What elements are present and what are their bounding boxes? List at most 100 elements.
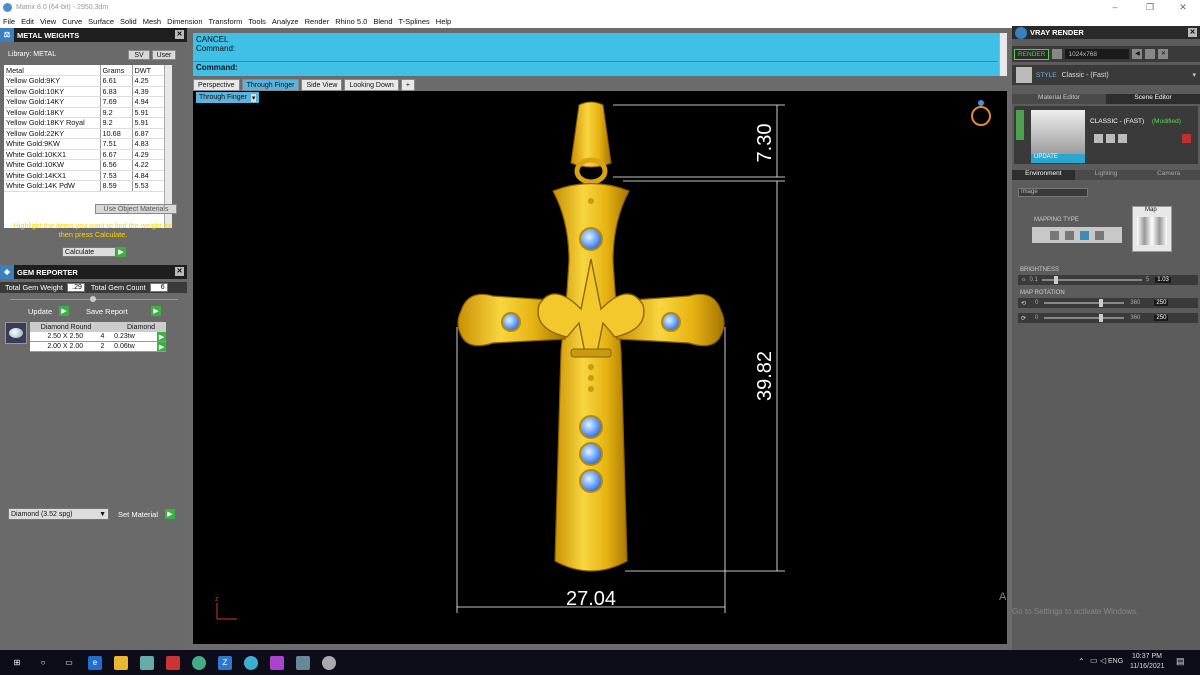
rotation-thumb-2[interactable] — [1099, 314, 1104, 322]
resolution-field[interactable]: 1024x768 — [1065, 49, 1130, 59]
map-flat-icon[interactable] — [1050, 230, 1059, 240]
tab-material-editor[interactable]: Material Editor — [1012, 94, 1106, 104]
metal-row[interactable]: Yellow Gold:18KY 9.2 5.91 — [4, 107, 172, 118]
preset-delete-icon[interactable] — [1182, 134, 1191, 143]
metal-row[interactable]: White Gold:10KW 6.56 4.22 — [4, 159, 172, 171]
metal-row[interactable]: White Gold:9KW 7.51 4.83 — [4, 138, 172, 150]
render-button[interactable]: RENDER — [1014, 48, 1050, 60]
tab-scene-editor[interactable]: Scene Editor — [1106, 94, 1200, 104]
edge-icon[interactable]: e — [88, 655, 102, 670]
menu-help[interactable]: Help — [433, 17, 454, 26]
environment-select[interactable]: Image — [1018, 188, 1088, 197]
app-icon-3[interactable] — [270, 655, 284, 670]
tray-chevron-icon[interactable]: ⌃ — [1078, 657, 1085, 666]
command-prompt[interactable]: Command: — [193, 61, 998, 73]
map-box-icon[interactable] — [1065, 230, 1074, 240]
preset-tool-icon-2[interactable] — [1106, 134, 1115, 143]
map-preview[interactable]: Map — [1132, 206, 1172, 252]
metal-row[interactable]: Yellow Gold:22KY 10.68 6.87 — [4, 128, 172, 139]
metal-row[interactable]: Yellow Gold:18KY Royal 9.2 5.91 — [4, 117, 172, 129]
preset-tool-icon-3[interactable] — [1118, 134, 1127, 143]
camera-icon[interactable] — [1052, 49, 1063, 59]
map-sphere-icon[interactable] — [1080, 230, 1089, 240]
search-icon[interactable]: ○ — [36, 656, 50, 670]
menu-surface[interactable]: Surface — [85, 17, 117, 26]
close-button[interactable]: ✕ — [1168, 0, 1198, 14]
brightness-slider[interactable] — [1041, 276, 1142, 284]
gem-slider-thumb[interactable] — [90, 296, 96, 302]
tab-camera[interactable]: Camera — [1137, 170, 1200, 180]
update-label[interactable]: Update — [28, 307, 52, 316]
brightness-thumb[interactable] — [1053, 276, 1058, 284]
close-panel-icon[interactable]: ✕ — [175, 30, 184, 39]
gem-select-button[interactable]: ▶ — [157, 332, 167, 341]
map-cylinder-icon[interactable] — [1095, 230, 1104, 240]
app-icon-4[interactable] — [296, 655, 310, 670]
settings-icon[interactable] — [1145, 49, 1156, 59]
rotation-slider-2[interactable] — [1044, 314, 1125, 322]
network-icon[interactable]: ▭ — [1090, 656, 1098, 665]
menu-curve[interactable]: Curve — [59, 17, 85, 26]
app-icon-1[interactable] — [140, 655, 154, 670]
app-icon-5[interactable] — [322, 655, 336, 670]
close-vray-icon[interactable]: ✕ — [1188, 28, 1197, 37]
volume-icon[interactable]: ◁ — [1100, 656, 1106, 665]
rot1-value[interactable]: 250 — [1154, 300, 1169, 306]
style-value[interactable]: Classic - (Fast) — [1062, 72, 1109, 79]
gem-row[interactable]: 2.50 X 2.50 4 0.23tw ▶ — [30, 332, 167, 342]
close-gem-panel-icon[interactable]: ✕ — [175, 267, 184, 276]
prev-icon[interactable]: ◀ — [1132, 49, 1143, 59]
matrix-icon[interactable] — [244, 655, 258, 670]
maximize-button[interactable]: ❐ — [1135, 0, 1165, 14]
col-grams[interactable]: Grams — [100, 65, 133, 76]
menu-tsplines[interactable]: T-Splines — [396, 17, 433, 26]
gem-row[interactable]: 2.00 X 2.00 2 0.06tw ▶ — [30, 342, 167, 352]
menu-file[interactable]: File — [0, 17, 18, 26]
use-object-materials-button[interactable]: Use Object Materials — [95, 204, 177, 214]
clock-date[interactable]: 11/16/2021 — [1130, 663, 1165, 670]
file-explorer-icon[interactable] — [114, 655, 128, 670]
menu-transform[interactable]: Transform — [206, 17, 246, 26]
tab-add[interactable]: + — [400, 79, 415, 91]
menu-view[interactable]: View — [37, 17, 59, 26]
viewport[interactable]: Through Finger ▾ 7.30 39.82 27.04 z A — [193, 91, 1007, 644]
metal-row[interactable]: White Gold:10KX1 6.67 4.29 — [4, 149, 172, 160]
menu-blend[interactable]: Blend — [370, 17, 395, 26]
app-icon-2[interactable] — [166, 655, 180, 670]
set-material-label[interactable]: Set Material — [118, 510, 158, 519]
preset-tool-icon-1[interactable] — [1094, 134, 1103, 143]
tab-through-finger[interactable]: Through Finger — [241, 79, 300, 91]
menu-mesh[interactable]: Mesh — [140, 17, 164, 26]
rot2-value[interactable]: 250 — [1154, 315, 1169, 321]
tab-environment[interactable]: Environment — [1012, 170, 1075, 180]
user-button[interactable]: User — [152, 50, 176, 60]
minimize-button[interactable]: – — [1100, 0, 1130, 14]
tab-perspective[interactable]: Perspective — [193, 79, 240, 91]
tab-looking-down[interactable]: Looking Down — [344, 79, 399, 91]
menu-edit[interactable]: Edit — [18, 17, 37, 26]
menu-rhino[interactable]: Rhino 5.0 — [332, 17, 370, 26]
start-icon[interactable]: ⊞ — [10, 656, 24, 670]
save-report-button[interactable]: ▶ — [151, 306, 161, 316]
menu-dimension[interactable]: Dimension — [164, 17, 205, 26]
metal-row[interactable]: Yellow Gold:9KY 6.61 4.25 — [4, 75, 172, 87]
gem-select-button[interactable]: ▶ — [157, 342, 167, 351]
menu-render[interactable]: Render — [302, 17, 333, 26]
zalo-icon[interactable]: Z — [218, 655, 232, 670]
preset-thumbnail[interactable] — [1031, 110, 1085, 156]
preset-side-arrow[interactable] — [1016, 110, 1024, 140]
set-material-button[interactable]: ▶ — [165, 509, 175, 519]
brightness-value[interactable]: 1.03 — [1155, 277, 1171, 283]
close-icon[interactable]: ✕ — [1158, 49, 1169, 59]
clock-time[interactable]: 10:37 PM — [1132, 653, 1162, 660]
style-dropdown-icon[interactable]: ▾ — [1192, 71, 1196, 79]
calculate-go-button[interactable]: ▶ — [116, 247, 126, 257]
material-select[interactable]: Diamond (3.52 spg) ▼ — [8, 508, 109, 520]
calculate-field[interactable]: Calculate — [62, 247, 116, 257]
col-metal[interactable]: Metal — [4, 65, 101, 76]
command-area[interactable]: CANCEL Command: Command: — [193, 33, 1007, 76]
notifications-icon[interactable]: ▤ — [1176, 656, 1185, 667]
menu-analyze[interactable]: Analyze — [269, 17, 302, 26]
sv-button[interactable]: SV — [128, 50, 150, 60]
tab-lighting[interactable]: Lighting — [1074, 170, 1138, 180]
